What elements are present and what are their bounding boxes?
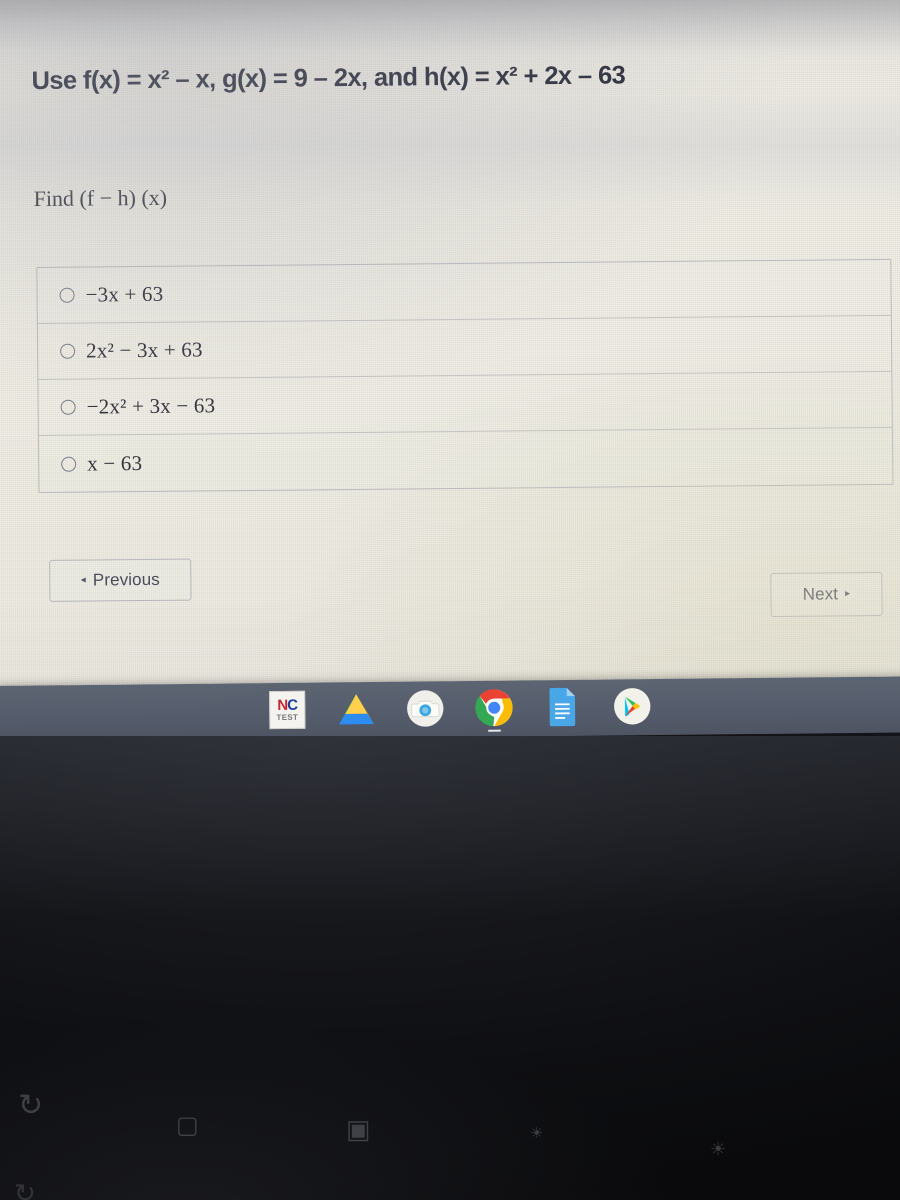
google-drive-icon xyxy=(339,694,374,725)
answer-option-d-label: x − 63 xyxy=(87,450,143,476)
laptop-body-sheen-lower xyxy=(0,986,900,1200)
laptop-body-sheen xyxy=(0,736,900,916)
brightness-up-key[interactable]: ☀ xyxy=(710,1140,726,1158)
chromeos-shelf: NC TEST xyxy=(0,676,900,742)
nc-test-icon-letters: NC xyxy=(277,696,298,715)
answer-option-d[interactable]: x − 63 xyxy=(39,428,892,492)
reload-key-lower[interactable]: ↻ xyxy=(14,1180,36,1200)
answer-option-b-label: 2x² − 3x + 63 xyxy=(85,337,203,363)
chevron-left-icon: ◂ xyxy=(80,574,86,586)
brightness-down-key[interactable]: ☀ xyxy=(530,1126,543,1141)
shelf-item-play-store[interactable] xyxy=(609,683,655,729)
answer-option-b[interactable]: 2x² − 3x + 63 xyxy=(37,315,892,381)
answer-option-c[interactable]: −2x² + 3x − 63 xyxy=(38,371,892,437)
laptop-body: ↻ ▢ ▣ ☀ ☀ ↻ xyxy=(0,736,900,1200)
camera-icon xyxy=(407,690,444,727)
answer-option-a[interactable]: −3x + 63 xyxy=(37,259,891,325)
shelf-item-google-drive[interactable] xyxy=(333,686,379,732)
answer-option-a-label: −3x + 63 xyxy=(85,281,164,307)
laptop-screen: Use f(x) = x² – x, g(x) = 9 – 2x, and h(… xyxy=(0,0,900,690)
chrome-active-indicator xyxy=(487,729,502,732)
fullscreen-key[interactable]: ▢ xyxy=(176,1114,199,1138)
shelf-item-camera[interactable] xyxy=(402,685,448,731)
chrome-icon xyxy=(475,689,513,727)
answer-options-list: −3x + 63 2x² − 3x + 63 −2x² + 3x − 63 x … xyxy=(36,258,894,494)
screenshot-root: Use f(x) = x² – x, g(x) = 9 – 2x, and h(… xyxy=(0,0,900,1200)
next-button-label: Next xyxy=(802,584,839,604)
previous-button-label: Previous xyxy=(92,569,160,590)
chevron-right-icon: ▸ xyxy=(845,588,851,600)
shelf-item-chrome[interactable] xyxy=(471,685,517,732)
radio-button-d[interactable] xyxy=(61,456,77,472)
answer-option-c-label: −2x² + 3x − 63 xyxy=(86,393,216,419)
previous-button[interactable]: ◂ Previous xyxy=(49,558,192,602)
quiz-page: Use f(x) = x² – x, g(x) = 9 – 2x, and h(… xyxy=(0,0,900,690)
reload-key[interactable]: ↻ xyxy=(18,1091,43,1121)
play-store-icon xyxy=(614,688,651,725)
problem-statement: Use f(x) = x² – x, g(x) = 9 – 2x, and h(… xyxy=(31,59,881,96)
radio-button-a[interactable] xyxy=(59,287,75,303)
shelf-item-nc-test[interactable]: NC TEST xyxy=(264,687,310,733)
google-docs-icon xyxy=(549,687,576,727)
shelf-item-google-docs[interactable] xyxy=(540,684,586,730)
problem-statement-text: Use f(x) = x² – x, g(x) = 9 – 2x, and h(… xyxy=(31,61,626,96)
nc-test-icon: NC TEST xyxy=(269,690,306,730)
question-text: Find (f − h) (x) xyxy=(33,184,168,212)
radio-button-c[interactable] xyxy=(60,399,76,415)
shelf-item-list: NC TEST xyxy=(264,683,655,733)
overview-key[interactable]: ▣ xyxy=(346,1116,371,1142)
radio-button-b[interactable] xyxy=(60,343,76,359)
nc-test-icon-subtext: TEST xyxy=(276,712,299,723)
next-button[interactable]: Next ▸ xyxy=(770,571,883,617)
